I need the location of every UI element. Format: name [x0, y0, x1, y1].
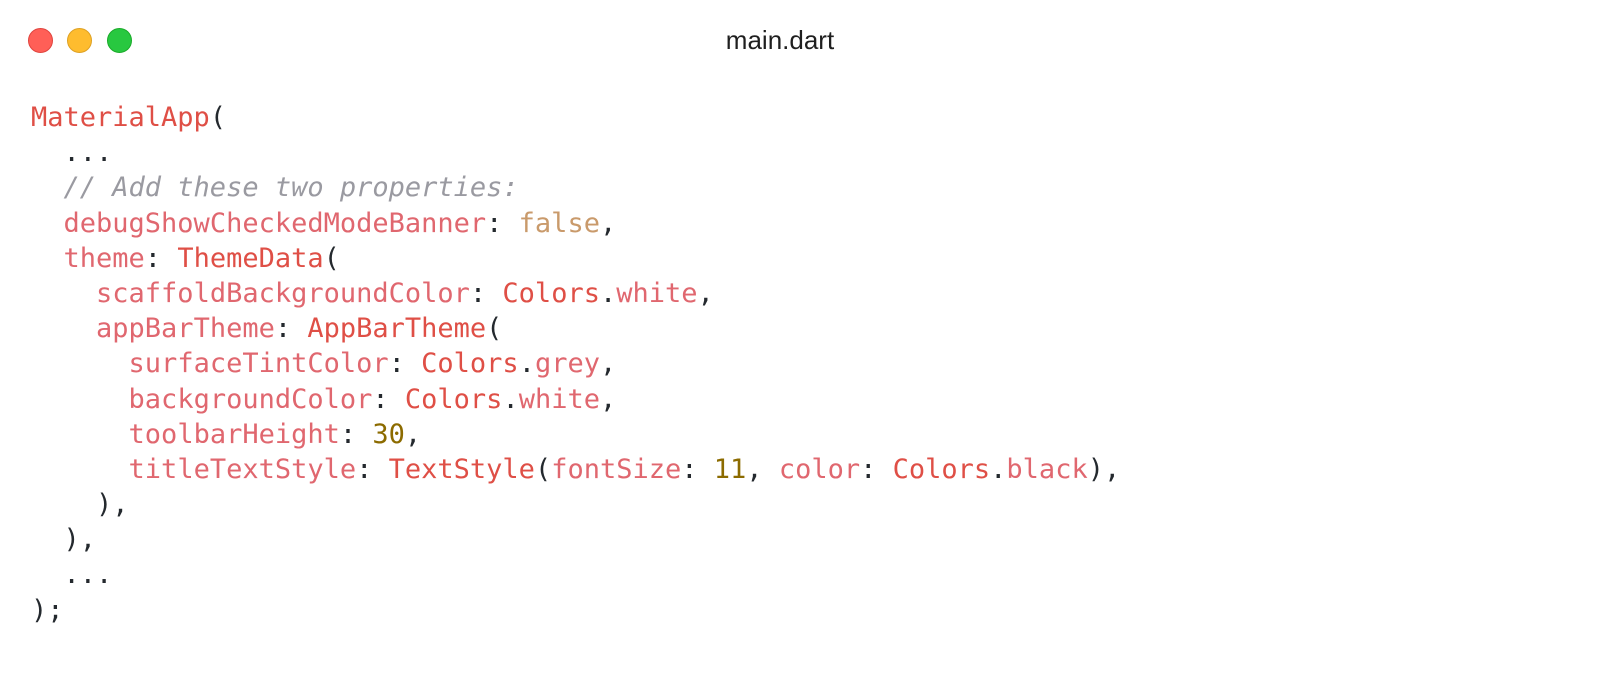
code-property-token: color — [778, 453, 861, 485]
code-punctuation-token: : — [356, 453, 389, 485]
code-property-token: theme — [63, 242, 145, 274]
code-line: titleTextStyle: TextStyle(fontSize: 11, … — [31, 452, 1121, 487]
code-punctuation-token: : — [860, 453, 893, 485]
code-punctuation-token — [31, 278, 96, 309]
code-line: debugShowCheckedModeBanner: false, — [31, 206, 1120, 241]
code-line: scaffoldBackgroundColor: Colors.white, — [31, 276, 1120, 311]
code-comment-token: // Add these two properties: — [31, 172, 519, 204]
code-punctuation-token: ), — [31, 524, 97, 556]
code-class-token: Colors — [404, 383, 503, 415]
code-punctuation-token: ( — [323, 242, 340, 274]
code-class-token: AppBarTheme — [307, 313, 487, 345]
code-class-token: Colors — [421, 348, 519, 380]
code-punctuation-token — [31, 208, 64, 239]
code-number-token: 30 — [372, 418, 405, 450]
code-punctuation-token: : — [372, 383, 405, 415]
code-punctuation-token: : — [144, 242, 178, 274]
code-punctuation-token — [31, 348, 129, 379]
code-class-token: TextStyle — [388, 453, 535, 485]
code-line: ... — [31, 557, 1120, 592]
code-punctuation-token: ), — [1087, 453, 1121, 485]
code-punctuation-token: . — [518, 348, 535, 380]
code-punctuation-token: ), — [31, 489, 129, 521]
code-property-token: backgroundColor — [128, 383, 373, 415]
code-line: ); — [31, 593, 1120, 628]
code-member-token: black — [1006, 453, 1088, 485]
code-punctuation-token: ... — [31, 559, 113, 591]
code-line: ), — [31, 522, 1120, 557]
code-class-token: Colors — [892, 453, 991, 485]
code-line: backgroundColor: Colors.white, — [31, 382, 1120, 417]
code-class-token: Colors — [502, 277, 600, 309]
code-class-token: ThemeData — [177, 242, 324, 274]
code-property-token: scaffoldBackgroundColor — [96, 277, 470, 309]
code-line: toolbarHeight: 30, — [31, 417, 1120, 452]
code-punctuation-token: : — [339, 418, 373, 450]
code-punctuation-token: , — [746, 453, 779, 485]
code-punctuation-token — [31, 419, 129, 450]
code-property-token: debugShowCheckedModeBanner — [63, 207, 487, 239]
code-class-token: MaterialApp — [31, 102, 210, 133]
code-property-token: titleTextStyle — [128, 453, 357, 485]
code-punctuation-token: . — [599, 277, 617, 309]
code-punctuation-token: , — [600, 348, 617, 380]
code-block: MaterialApp( ... // Add these two proper… — [31, 100, 1120, 628]
code-property-token: toolbarHeight — [128, 418, 340, 450]
code-punctuation-token — [31, 454, 129, 485]
code-boolean-token: false — [518, 207, 600, 239]
code-line: surfaceTintColor: Colors.grey, — [31, 346, 1120, 381]
code-punctuation-token — [31, 243, 64, 274]
code-punctuation-token: ( — [209, 102, 227, 133]
code-punctuation-token: ); — [31, 594, 64, 626]
code-punctuation-token — [31, 384, 129, 415]
window-title: main.dart — [725, 25, 835, 55]
code-punctuation-token: . — [990, 453, 1007, 485]
code-line: appBarTheme: AppBarTheme( — [31, 311, 1120, 346]
code-property-token: fontSize — [551, 453, 682, 485]
code-punctuation-token: , — [599, 207, 617, 239]
code-punctuation-token: : — [486, 207, 519, 239]
code-member-token: white — [518, 383, 600, 415]
code-punctuation-token: : — [388, 348, 422, 380]
code-punctuation-token: : — [681, 453, 714, 485]
code-line: ), — [31, 487, 1120, 522]
code-punctuation-token: , — [697, 277, 714, 309]
code-line: theme: ThemeData( — [31, 241, 1120, 276]
code-punctuation-token: , — [600, 383, 617, 415]
code-number-token: 11 — [713, 453, 747, 485]
code-punctuation-token: ( — [486, 313, 503, 345]
code-punctuation-token: ( — [534, 453, 552, 485]
code-punctuation-token: ... — [31, 137, 113, 169]
code-punctuation-token: : — [469, 277, 503, 309]
code-line: // Add these two properties: — [31, 170, 1120, 205]
code-property-token: surfaceTintColor — [128, 348, 389, 380]
code-line: MaterialApp( — [31, 100, 1120, 135]
code-punctuation-token: : — [274, 313, 308, 345]
code-punctuation-token — [31, 313, 96, 344]
code-punctuation-token: . — [502, 383, 519, 415]
code-line: ... — [31, 135, 1120, 170]
code-member-token: white — [616, 277, 698, 309]
code-punctuation-token: , — [404, 418, 422, 450]
code-property-token: appBarTheme — [96, 313, 275, 345]
code-member-token: grey — [534, 348, 600, 380]
window-titlebar: main.dart — [0, 0, 1600, 80]
